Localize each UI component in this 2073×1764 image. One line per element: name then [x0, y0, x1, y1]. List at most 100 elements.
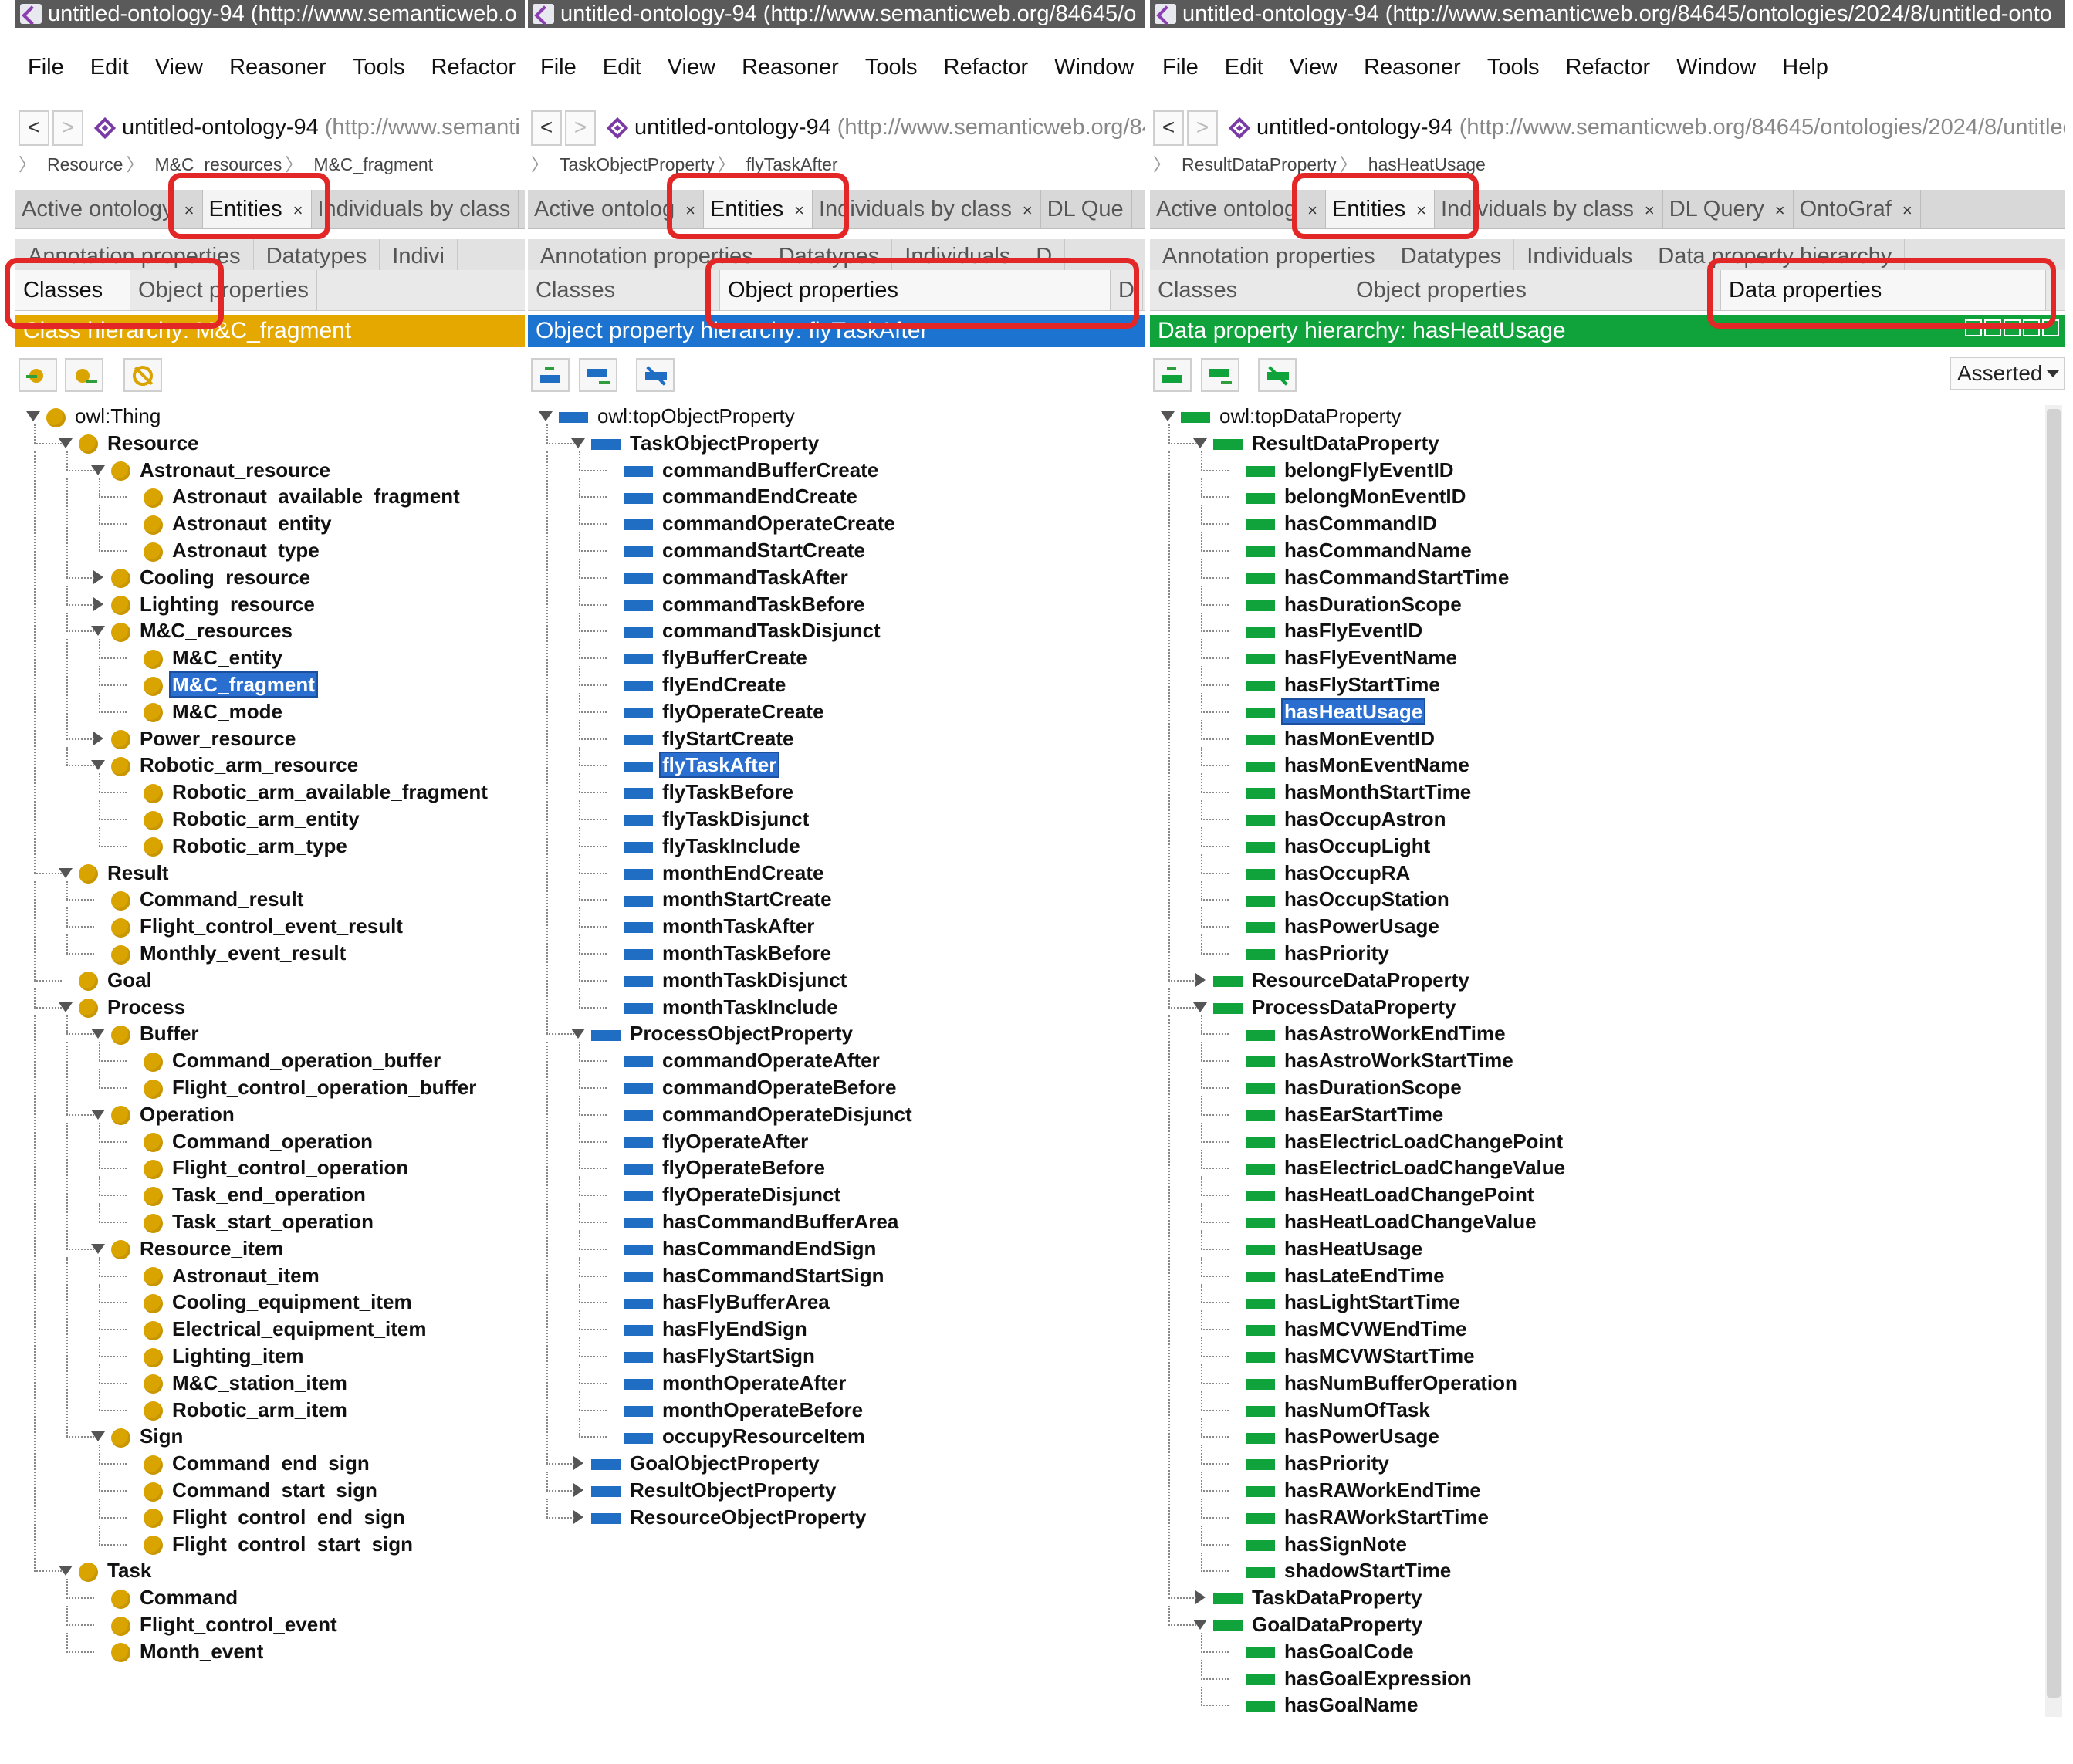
- tree-node[interactable]: Robotic_arm_item: [144, 1397, 349, 1423]
- menu-edit[interactable]: Edit: [90, 55, 129, 79]
- tree-node[interactable]: hasCommandEndSign: [624, 1235, 878, 1262]
- tree-node[interactable]: monthOperateBefore: [624, 1397, 864, 1423]
- tree-node[interactable]: hasAstroWorkStartTime: [1246, 1047, 1515, 1073]
- menu-refactor[interactable]: Refactor: [944, 55, 1029, 79]
- menu-refactor[interactable]: Refactor: [1566, 55, 1651, 79]
- tree-node[interactable]: hasDurationScope: [1246, 591, 1463, 617]
- tree-node-expandable[interactable]: Cooling_resource: [111, 564, 312, 590]
- tree-node-expandable[interactable]: Process: [79, 994, 187, 1020]
- tree-node[interactable]: Astronaut_item: [144, 1262, 321, 1289]
- tree-node[interactable]: monthStartCreate: [624, 886, 834, 912]
- tree-node[interactable]: hasNumOfTask: [1246, 1397, 1432, 1423]
- tree-node[interactable]: hasOccupAstron: [1246, 806, 1448, 832]
- tree-node[interactable]: hasOccupStation: [1246, 886, 1451, 912]
- menu-tools[interactable]: Tools: [353, 55, 405, 79]
- tree-node-expandable[interactable]: ResultObjectProperty: [591, 1477, 837, 1503]
- add-subclass-icon[interactable]: [19, 358, 57, 392]
- tree-node[interactable]: hasEarStartTime: [1246, 1101, 1445, 1127]
- tree-node-expandable[interactable]: Result: [79, 860, 170, 886]
- add-sub-property-icon[interactable]: [531, 358, 570, 392]
- subtab-individuals[interactable]: Individuals: [1514, 239, 1646, 270]
- tree-node[interactable]: hasCommandID: [1246, 510, 1439, 536]
- tree-node[interactable]: hasGoalExpression: [1246, 1665, 1473, 1691]
- tree-node-expandable[interactable]: owl:topObjectProperty: [559, 403, 796, 429]
- menu-window[interactable]: Window: [1054, 55, 1134, 79]
- tree-node[interactable]: shadowStartTime: [1246, 1557, 1452, 1583]
- tree-node[interactable]: commandOperateDisjunct: [624, 1101, 914, 1127]
- tree-node[interactable]: Robotic_arm_entity: [144, 806, 361, 832]
- tree-node[interactable]: Robotic_arm_available_fragment: [144, 779, 489, 805]
- delete-property-icon[interactable]: [1258, 358, 1297, 392]
- close-icon[interactable]: ×: [1023, 201, 1033, 220]
- tree-node[interactable]: Flight_control_operation: [144, 1154, 410, 1181]
- tree-node[interactable]: Task_end_operation: [144, 1181, 367, 1208]
- menu-refactor[interactable]: Refactor: [431, 55, 516, 79]
- menu-tools[interactable]: Tools: [865, 55, 918, 79]
- subtab-classes[interactable]: Classes: [528, 270, 720, 310]
- tree-node[interactable]: hasFlyBufferArea: [624, 1289, 831, 1315]
- tree-node[interactable]: hasHeatLoadChangeValue: [1246, 1208, 1538, 1235]
- tree-node[interactable]: hasPriority: [1246, 1450, 1391, 1476]
- tree-node[interactable]: Task_start_operation: [144, 1208, 375, 1235]
- tree-node[interactable]: commandTaskDisjunct: [624, 617, 882, 644]
- tree-node[interactable]: hasCommandName: [1246, 537, 1473, 563]
- tree-node[interactable]: flyTaskBefore: [624, 779, 795, 805]
- tree-node[interactable]: flyOperateCreate: [624, 698, 826, 725]
- tree-node-expandable[interactable]: Sign: [111, 1423, 184, 1449]
- tree-node-expandable[interactable]: ProcessObjectProperty: [591, 1020, 854, 1046]
- tree-node-expandable[interactable]: Robotic_arm_resource: [111, 752, 360, 778]
- tree-node[interactable]: commandStartCreate: [624, 537, 867, 563]
- tree-node[interactable]: hasMCVWStartTime: [1246, 1343, 1476, 1369]
- back-button[interactable]: <: [1153, 110, 1184, 147]
- subtab-classes[interactable]: Classes: [1150, 270, 1348, 310]
- menu-view[interactable]: View: [668, 55, 715, 79]
- tree-node[interactable]: hasLateEndTime: [1246, 1262, 1446, 1289]
- tree-node[interactable]: commandOperateAfter: [624, 1047, 881, 1073]
- tree-node[interactable]: Astronaut_type: [144, 537, 321, 563]
- tab-dl-query[interactable]: DL Que: [1041, 190, 1132, 228]
- close-icon[interactable]: ×: [1902, 201, 1912, 220]
- tree-node[interactable]: hasFlyEndSign: [624, 1316, 809, 1342]
- tree-node[interactable]: flyOperateDisjunct: [624, 1181, 842, 1208]
- subtab-datatypes[interactable]: Datatypes: [1388, 239, 1515, 270]
- tree-node[interactable]: Command_operation_buffer: [144, 1047, 442, 1073]
- menu-window[interactable]: Window: [1676, 55, 1756, 79]
- breadcrumb-item[interactable]: hasHeatUsage: [1368, 154, 1486, 174]
- tree-node[interactable]: hasFlyEventID: [1246, 617, 1424, 644]
- tree-node[interactable]: hasRAWorkStartTime: [1246, 1504, 1490, 1530]
- breadcrumb-item[interactable]: Resource: [47, 154, 123, 174]
- subtab-datatypes[interactable]: Datatypes: [254, 239, 380, 270]
- tree-node[interactable]: hasAstroWorkEndTime: [1246, 1020, 1507, 1046]
- tree-node[interactable]: Flight_control_operation_buffer: [144, 1074, 478, 1100]
- tree-node[interactable]: M&C_mode: [144, 698, 284, 725]
- tree-node[interactable]: hasElectricLoadChangeValue: [1246, 1154, 1567, 1181]
- tree-node-expandable[interactable]: GoalObjectProperty: [591, 1450, 821, 1476]
- tree-node-expandable[interactable]: Buffer: [111, 1020, 201, 1046]
- tree-node[interactable]: Command_result: [111, 886, 305, 912]
- collapse-toggle-icon[interactable]: [537, 403, 554, 429]
- tree-node[interactable]: hasCommandStartTime: [1246, 564, 1510, 590]
- tree-node[interactable]: Command_end_sign: [144, 1450, 371, 1476]
- tab-ontograf[interactable]: OntoGraf ×: [1794, 190, 1921, 228]
- delete-class-icon[interactable]: [123, 358, 162, 392]
- tree-node[interactable]: Command: [111, 1584, 239, 1610]
- tree-node-expandable[interactable]: ResourceObjectProperty: [591, 1504, 867, 1530]
- tree-node[interactable]: hasPriority: [1246, 940, 1391, 966]
- tree-node-expandable[interactable]: owl:Thing: [46, 403, 162, 429]
- menu-view[interactable]: View: [1290, 55, 1337, 79]
- tab-dl-query[interactable]: DL Query ×: [1663, 190, 1794, 228]
- tree-node-expandable[interactable]: TaskDataProperty: [1213, 1584, 1424, 1610]
- tree-node[interactable]: hasOccupLight: [1246, 833, 1432, 859]
- tree-node[interactable]: Monthly_event_result: [111, 940, 347, 966]
- tree-node-expandable[interactable]: Astronaut_resource: [111, 457, 332, 483]
- tree-node[interactable]: M&C_station_item: [144, 1370, 349, 1396]
- forward-button[interactable]: >: [52, 110, 83, 147]
- tree-node[interactable]: Cooling_equipment_item: [144, 1289, 414, 1315]
- tree-node[interactable]: monthTaskBefore: [624, 940, 833, 966]
- add-sibling-class-icon[interactable]: [65, 358, 103, 392]
- tree-node-expandable[interactable]: GoalDataProperty: [1213, 1611, 1424, 1637]
- tree-node[interactable]: commandTaskBefore: [624, 591, 867, 617]
- tree-node[interactable]: flyBufferCreate: [624, 644, 809, 671]
- close-icon[interactable]: ×: [1775, 201, 1785, 220]
- tree-node[interactable]: hasMonEventID: [1246, 725, 1436, 752]
